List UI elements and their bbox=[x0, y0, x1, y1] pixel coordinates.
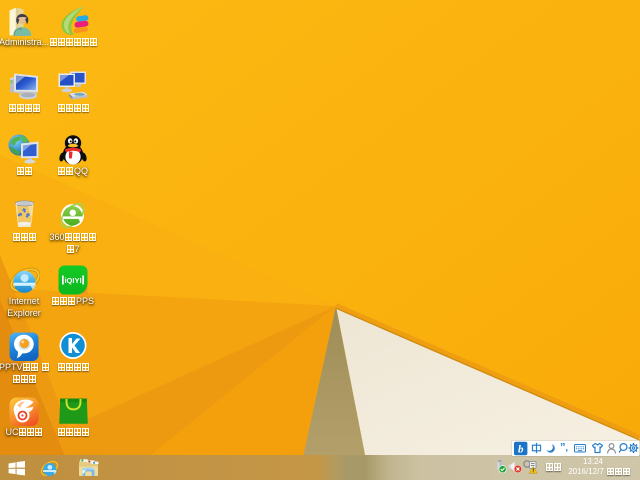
svg-text:b: b bbox=[518, 443, 524, 455]
svg-text:iQIYI: iQIYI bbox=[64, 276, 81, 285]
svg-text:”,: ”, bbox=[560, 442, 568, 454]
